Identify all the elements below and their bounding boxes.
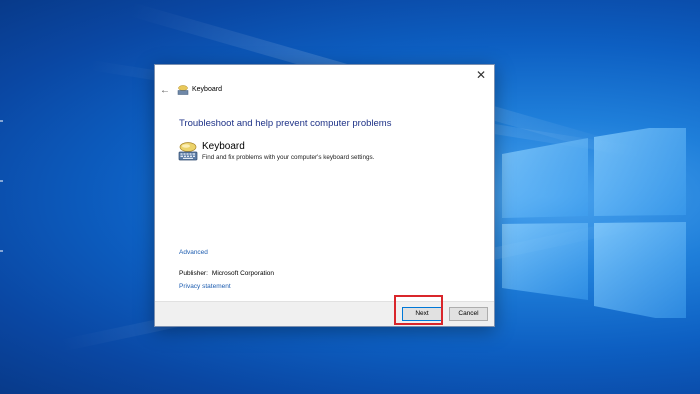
desktop-edge-mark	[0, 180, 3, 182]
windows-logo-icon	[502, 128, 686, 318]
advanced-link[interactable]: Advanced	[179, 249, 208, 256]
publisher-label: Publisher:	[179, 270, 208, 277]
troubleshooter-dialog: ✕ ← Keyboard Troubleshoot and help preve…	[154, 64, 495, 327]
window-title: Keyboard	[192, 86, 222, 93]
next-button[interactable]: Next	[402, 307, 442, 321]
page-heading: Troubleshoot and help prevent computer p…	[179, 118, 392, 129]
privacy-statement-link[interactable]: Privacy statement	[179, 283, 231, 290]
cancel-button[interactable]: Cancel	[449, 307, 488, 321]
back-arrow-icon[interactable]: ←	[160, 85, 170, 96]
troubleshooter-description: Find and fix problems with your computer…	[202, 154, 375, 161]
desktop-edge-mark	[0, 120, 3, 122]
publisher-value: Microsoft Corporation	[211, 270, 275, 277]
close-button[interactable]: ✕	[474, 68, 488, 82]
publisher-info: Publisher: Microsoft Corporation	[179, 270, 274, 277]
desktop-edge-mark	[0, 250, 3, 252]
dialog-footer: Next Cancel	[155, 301, 494, 326]
keyboard-icon	[177, 85, 189, 95]
troubleshooter-name: Keyboard	[202, 141, 245, 152]
keyboard-troubleshooter-icon	[178, 142, 198, 161]
desktop-background: ✕ ← Keyboard Troubleshoot and help preve…	[0, 0, 700, 394]
